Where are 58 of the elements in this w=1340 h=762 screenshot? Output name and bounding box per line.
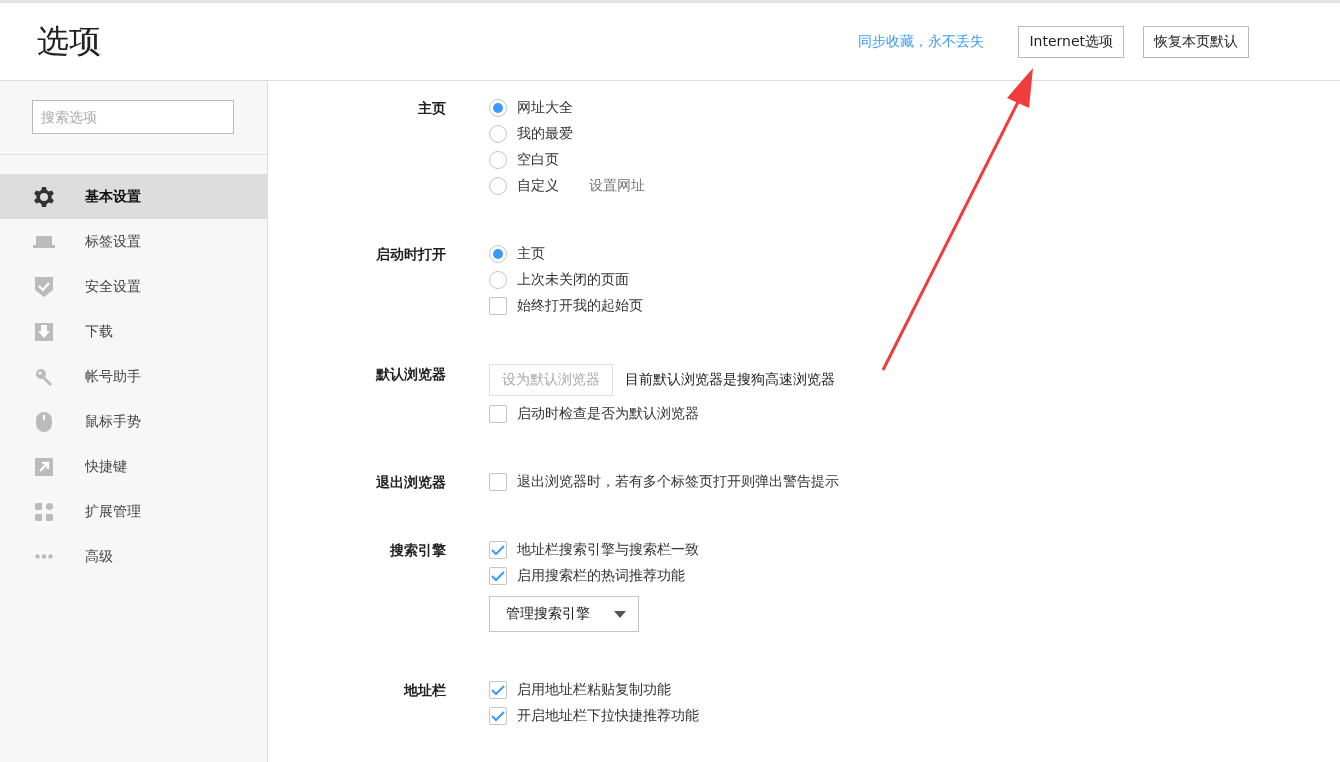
sidebar-item[interactable]: 标签设置	[0, 219, 267, 264]
sidebar-item[interactable]: 帐号助手	[0, 354, 267, 399]
section-label: 退出浏览器	[375, 473, 446, 492]
sidebar-item[interactable]: 快捷键	[0, 444, 267, 489]
option-label: 启动时检查是否为默认浏览器	[517, 405, 699, 423]
section-label: 搜索引擎	[389, 541, 446, 560]
tab-icon	[33, 235, 55, 248]
section-label: 默认浏览器	[374, 365, 446, 384]
radio-button[interactable]	[489, 271, 507, 289]
download-icon	[35, 322, 53, 341]
option-label: 我的最爱	[517, 125, 573, 143]
option-label: 自定义	[517, 177, 559, 195]
shield-icon	[35, 276, 53, 297]
mouse-icon	[36, 411, 52, 432]
section-label: 主页	[417, 99, 446, 118]
sidebar-item[interactable]: 扩展管理	[0, 489, 267, 534]
section-label: 地址栏	[402, 681, 446, 700]
search-field[interactable]: 搜索选项	[32, 100, 234, 134]
status-text: 目前默认浏览器是搜狗高速浏览器	[625, 371, 835, 389]
header-button[interactable]: 恢复本页默认	[1143, 25, 1249, 58]
caret-icon	[614, 610, 626, 618]
checkbox[interactable]	[489, 541, 507, 559]
option-label: 开启地址栏下拉快捷推荐功能	[517, 707, 699, 725]
checkbox[interactable]	[489, 405, 507, 423]
checkbox[interactable]	[489, 567, 507, 585]
header-button[interactable]: Internet选项	[1018, 25, 1124, 58]
set-url-link[interactable]: 设置网址	[589, 177, 645, 195]
sidebar-item[interactable]: 安全设置	[0, 264, 267, 309]
sidebar-item[interactable]: 下载	[0, 309, 267, 354]
sidebar-item[interactable]: 鼠标手势	[0, 399, 267, 444]
dropdown[interactable]: 管理搜索引擎	[489, 596, 639, 632]
option-label: 空白页	[517, 151, 559, 169]
radio-button[interactable]	[489, 177, 507, 195]
radio-button[interactable]	[489, 245, 507, 263]
checkbox[interactable]	[489, 297, 507, 315]
checkbox[interactable]	[489, 707, 507, 725]
radio-button[interactable]	[489, 125, 507, 143]
option-label: 启用搜索栏的热词推荐功能	[517, 567, 685, 585]
key-icon	[35, 367, 53, 386]
option-label: 启用地址栏粘贴复制功能	[517, 681, 671, 699]
option-label: 始终打开我的起始页	[517, 297, 643, 315]
gear-icon	[33, 185, 55, 208]
option-label: 退出浏览器时，若有多个标签页打开则弹出警告提示	[517, 473, 839, 491]
grid-icon	[35, 502, 53, 521]
sidebar-item[interactable]: 高级	[0, 534, 267, 579]
option-label: 主页	[517, 245, 545, 263]
more-icon	[35, 554, 53, 559]
sidebar-item[interactable]: 基本设置	[0, 174, 267, 219]
checkbox[interactable]	[489, 681, 507, 699]
option-label: 上次未关闭的页面	[517, 271, 629, 289]
radio-button[interactable]	[489, 99, 507, 117]
page-title: 选项	[37, 20, 102, 62]
section-label: 启动时打开	[375, 245, 446, 264]
option-label: 网址大全	[517, 99, 573, 117]
option-label: 地址栏搜索引擎与搜索栏一致	[517, 541, 699, 559]
checkbox[interactable]	[489, 473, 507, 491]
radio-button[interactable]	[489, 151, 507, 169]
shortcut-icon	[35, 457, 53, 476]
